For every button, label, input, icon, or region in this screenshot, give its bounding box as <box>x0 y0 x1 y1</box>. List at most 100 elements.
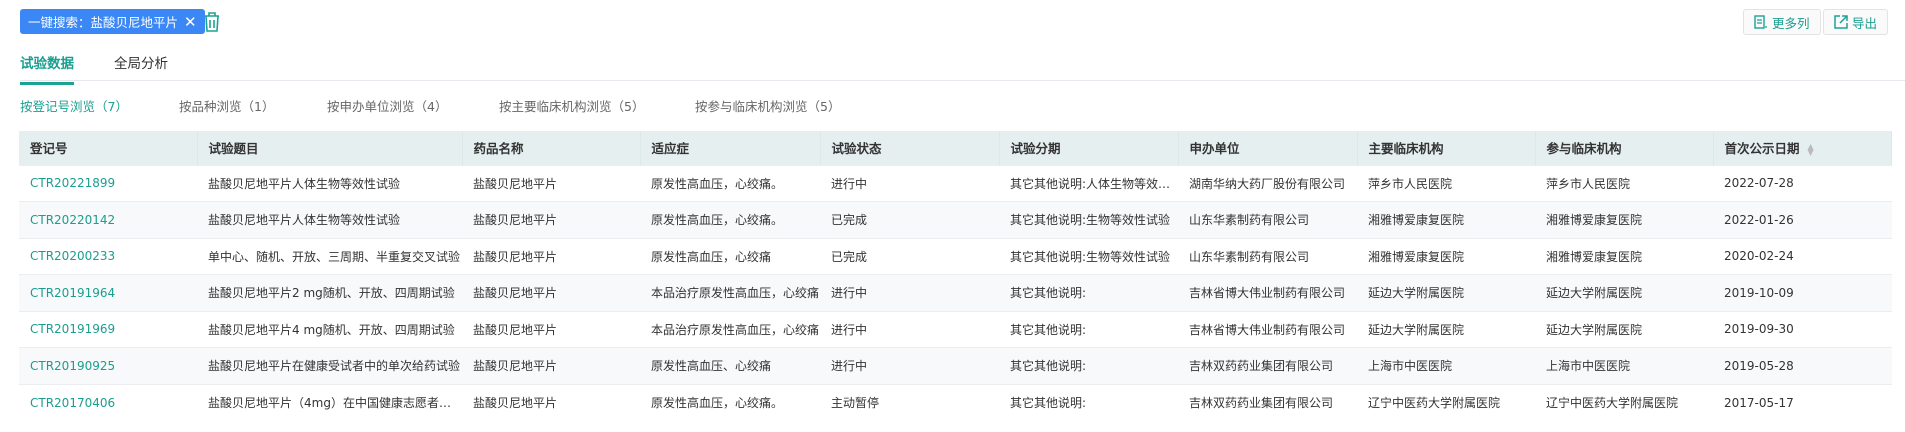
header-label: 适应症 <box>651 141 690 157</box>
export-button[interactable]: 导出 <box>1823 9 1889 35</box>
cell-first-publish-date: 2019-10-09 <box>1713 274 1892 311</box>
cell-sponsor: 吉林省博大伟业制药有限公司 <box>1178 274 1357 311</box>
more-columns-button[interactable]: 更多列 <box>1743 9 1821 35</box>
cell-main-institution: 辽宁中医药大学附属医院 <box>1357 383 1535 421</box>
sort-icon[interactable]: ▲ ▼ <box>1808 142 1814 156</box>
cell-drug-name: 盐酸贝尼地平片 <box>462 274 640 311</box>
table-row[interactable]: CTR20191964 盐酸贝尼地平片2 mg随机、开放、四周期试验 盐酸贝尼地平片… <box>19 274 1892 311</box>
header-label: 试验状态 <box>831 141 882 157</box>
cell-trial-status: 进行中 <box>820 347 999 384</box>
cell-trial-phase: 其它其他说明:生物等效性试验 <box>999 237 1178 275</box>
cell-sponsor: 吉林双药药业集团有限公司 <box>1178 383 1357 421</box>
table-row[interactable]: CTR20220142 盐酸贝尼地平片人体生物等效性试验 盐酸贝尼地平片 原发性高血压… <box>19 201 1892 238</box>
cell-drug-name: 盐酸贝尼地平片 <box>462 164 640 202</box>
header-participating-institution: 参与临床机构 <box>1535 131 1714 165</box>
cell-main-institution: 萍乡市人民医院 <box>1357 164 1535 202</box>
header-trial-status: 试验状态 <box>820 131 1000 165</box>
cell-participating-institution: 湘雅博爱康复医院 <box>1535 237 1713 275</box>
table-row[interactable]: CTR20200233 单中心、随机、开放、三周期、半重复交叉试验 盐酸贝尼地平片原… <box>19 237 1892 275</box>
trials-table: 登记号 试验题目 药品名称 适应症 试验状态 试验分期 申办单位 主要临床机构 参与临床机构 首次… <box>19 131 1892 421</box>
subtab-by-registration[interactable]: 按登记号浏览（7） <box>20 96 179 115</box>
table-row[interactable]: CTR20170406 盐酸贝尼地平片（4mg）在中国健康志愿者中的试验 盐酸贝尼地… <box>19 383 1892 421</box>
cell-trial-phase: 其它其他说明:生物等效性试验 <box>999 201 1178 238</box>
cell-indication: 原发性高血压，心绞痛。 <box>640 383 820 421</box>
cell-indication: 原发性高血压，心绞痛 <box>640 237 820 275</box>
cell-trial-phase: 其它其他说明: <box>999 310 1178 348</box>
cell-participating-institution: 湘雅博爱康复医院 <box>1535 201 1713 238</box>
header-first-publish-date[interactable]: 首次公示日期 ▲ ▼ <box>1713 131 1892 165</box>
cell-first-publish-date: 2019-05-28 <box>1713 347 1892 384</box>
cell-main-institution: 延边大学附属医院 <box>1357 274 1535 311</box>
cell-drug-name: 盐酸贝尼地平片 <box>462 383 640 421</box>
header-label: 主要临床机构 <box>1368 141 1444 157</box>
cell-trial-status: 已完成 <box>820 237 999 275</box>
cell-trial-title: 盐酸贝尼地平片2 mg随机、开放、四周期试验 <box>197 274 462 311</box>
subtab-by-main-institution[interactable]: 按主要临床机构浏览（5） <box>499 96 695 115</box>
columns-icon <box>1754 15 1767 29</box>
cell-trial-status: 主动暂停 <box>820 383 999 421</box>
registration-link[interactable]: CTR20191964 <box>19 274 197 311</box>
header-indication: 适应症 <box>640 131 821 165</box>
cell-sponsor: 山东华素制药有限公司 <box>1178 201 1357 238</box>
cell-trial-status: 进行中 <box>820 164 999 202</box>
cell-first-publish-date: 2022-07-28 <box>1713 164 1892 202</box>
subtab-by-sponsor[interactable]: 按申办单位浏览（4） <box>327 96 499 115</box>
registration-link[interactable]: CTR20170406 <box>19 383 197 421</box>
cell-main-institution: 湘雅博爱康复医院 <box>1357 237 1535 275</box>
close-icon[interactable]: ✕ <box>184 13 197 31</box>
cell-drug-name: 盐酸贝尼地平片 <box>462 347 640 384</box>
header-sponsor: 申办单位 <box>1178 131 1358 165</box>
more-columns-label: 更多列 <box>1772 15 1810 31</box>
header-label: 申办单位 <box>1189 141 1240 157</box>
table-row[interactable]: CTR20191969 盐酸贝尼地平片4 mg随机、开放、四周期试验 盐酸贝尼地平片… <box>19 310 1892 348</box>
header-label: 登记号 <box>30 141 68 157</box>
tab-divider <box>20 80 1905 81</box>
cell-trial-title: 盐酸贝尼地平片在健康受试者中的单次给药试验 <box>197 347 462 384</box>
cell-indication: 原发性高血压，心绞痛。 <box>640 164 820 202</box>
cell-main-institution: 延边大学附属医院 <box>1357 310 1535 348</box>
registration-link[interactable]: CTR20220142 <box>19 201 197 238</box>
cell-trial-status: 已完成 <box>820 201 999 238</box>
cell-trial-title: 盐酸贝尼地平片（4mg）在中国健康志愿者中的试验 <box>197 383 462 421</box>
cell-drug-name: 盐酸贝尼地平片 <box>462 237 640 275</box>
cell-trial-phase: 其它其他说明: <box>999 347 1178 384</box>
header-label: 试验题目 <box>208 141 259 157</box>
cell-drug-name: 盐酸贝尼地平片 <box>462 201 640 238</box>
cell-first-publish-date: 2017-05-17 <box>1713 383 1892 421</box>
cell-drug-name: 盐酸贝尼地平片 <box>462 310 640 348</box>
cell-first-publish-date: 2020-02-24 <box>1713 237 1892 275</box>
header-trial-phase: 试验分期 <box>999 131 1179 165</box>
subtab-by-variety[interactable]: 按品种浏览（1） <box>179 96 327 115</box>
cell-trial-title: 盐酸贝尼地平片4 mg随机、开放、四周期试验 <box>197 310 462 348</box>
browse-subtabs: 按登记号浏览（7） 按品种浏览（1） 按申办单位浏览（4） 按主要临床机构浏览（… <box>20 96 840 115</box>
cell-trial-status: 进行中 <box>820 310 999 348</box>
registration-link[interactable]: CTR20221899 <box>19 164 197 202</box>
cell-indication: 原发性高血压，心绞痛。 <box>640 201 820 238</box>
cell-indication: 原发性高血压、心绞痛 <box>640 347 820 384</box>
table-row[interactable]: CTR20190925 盐酸贝尼地平片在健康受试者中的单次给药试验 盐酸贝尼地平片原… <box>19 347 1892 384</box>
cell-trial-title: 单中心、随机、开放、三周期、半重复交叉试验 <box>197 237 462 275</box>
cell-sponsor: 山东华素制药有限公司 <box>1178 237 1357 275</box>
search-tag: 一键搜索：盐酸贝尼地平片 ✕ <box>20 9 205 34</box>
cell-participating-institution: 辽宁中医药大学附属医院 <box>1535 383 1713 421</box>
cell-participating-institution: 延边大学附属医院 <box>1535 310 1713 348</box>
header-main-institution: 主要临床机构 <box>1357 131 1536 165</box>
cell-participating-institution: 延边大学附属医院 <box>1535 274 1713 311</box>
cell-participating-institution: 上海市中医医院 <box>1535 347 1713 384</box>
header-label: 首次公示日期 <box>1724 141 1800 157</box>
subtab-by-participating-institution[interactable]: 按参与临床机构浏览（5） <box>695 96 840 115</box>
registration-link[interactable]: CTR20190925 <box>19 347 197 384</box>
cell-sponsor: 湖南华纳大药厂股份有限公司 <box>1178 164 1357 202</box>
header-drug-name: 药品名称 <box>462 131 641 165</box>
table-row[interactable]: CTR20221899 盐酸贝尼地平片人体生物等效性试验 盐酸贝尼地平片 原发性高血压… <box>19 164 1892 202</box>
cell-sponsor: 吉林省博大伟业制药有限公司 <box>1178 310 1357 348</box>
cell-trial-status: 进行中 <box>820 274 999 311</box>
trash-icon[interactable] <box>202 11 222 33</box>
cell-trial-phase: 其它其他说明: <box>999 383 1178 421</box>
cell-trial-phase: 其它其他说明: <box>999 274 1178 311</box>
header-registration-no: 登记号 <box>19 131 198 165</box>
search-tag-label: 一键搜索：盐酸贝尼地平片 <box>28 15 179 30</box>
header-trial-title: 试验题目 <box>197 131 463 165</box>
registration-link[interactable]: CTR20200233 <box>19 237 197 275</box>
registration-link[interactable]: CTR20191969 <box>19 310 197 348</box>
